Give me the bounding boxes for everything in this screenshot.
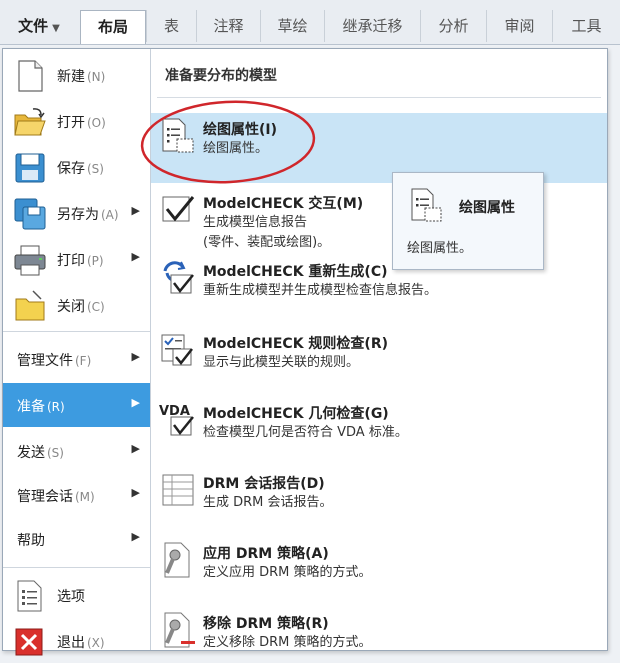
menu-help[interactable]: 帮助 ▶ (3, 517, 150, 561)
modelcheck-check-icon (162, 196, 195, 222)
ribbon-tab-bar: 文件 ▼ 布局 表 注释 草绘 继承迁移 分析 审阅 工具 (0, 0, 620, 45)
save-as-icon (14, 198, 46, 230)
tab-table[interactable]: 表 (146, 10, 196, 42)
options-list-icon (17, 580, 42, 612)
menu-manage-file[interactable]: 管理文件 (F) ▶ (3, 337, 150, 381)
item-modelcheck-geometry-check[interactable]: VDA ModelCHECK 几何检查(G) 检查模型几何是否符合 VDA 标准… (151, 397, 607, 461)
menu-send[interactable]: 发送 (S) ▶ (3, 429, 150, 473)
item-remove-drm-policy[interactable]: 移除 DRM 策略(R) 定义移除 DRM 策略的方式。 (151, 607, 607, 652)
tab-sketch[interactable]: 草绘 (260, 10, 324, 42)
submenu-arrow-icon: ▶ (131, 530, 140, 543)
submenu-arrow-icon: ▶ (131, 396, 140, 409)
menu-save[interactable]: 保存 (S) (3, 145, 150, 189)
menu-new[interactable]: 新建 (N) (3, 53, 150, 97)
regenerate-check-icon (163, 261, 194, 294)
file-menu-commands: 新建 (N) 打开 (O) 保存 (S) 另存为 (A) ▶ 打印 (P) ▶ … (3, 49, 151, 656)
menu-manage-session[interactable]: 管理会话 (M) ▶ (3, 473, 150, 517)
divider (157, 97, 601, 98)
new-document-icon (18, 60, 43, 92)
drawing-properties-icon (162, 118, 194, 153)
prepare-submenu: 准备要分布的模型 绘图属性(I) 绘图属性。 ModelCHECK 交互(M) … (151, 49, 607, 650)
printer-icon (14, 245, 46, 276)
submenu-arrow-icon: ▶ (131, 204, 140, 217)
tab-file[interactable]: 文件 ▼ (4, 10, 74, 42)
submenu-arrow-icon: ▶ (131, 442, 140, 455)
tab-tools[interactable]: 工具 (552, 10, 620, 42)
menu-options[interactable]: 选项 (3, 573, 150, 617)
divider (3, 567, 150, 568)
open-folder-icon (14, 108, 46, 136)
menu-save-as[interactable]: 另存为 (A) ▶ (3, 191, 150, 235)
item-drm-session-report[interactable]: DRM 会话报告(D) 生成 DRM 会话报告。 (151, 467, 607, 531)
drawing-properties-icon (411, 188, 442, 222)
menu-exit[interactable]: 退出 (X) (3, 619, 150, 663)
tab-review[interactable]: 审阅 (486, 10, 552, 42)
tab-legacy-migration[interactable]: 继承迁移 (324, 10, 420, 42)
menu-prepare[interactable]: 准备 (R) ▶ (3, 383, 150, 427)
item-apply-drm-policy[interactable]: 应用 DRM 策略(A) 定义应用 DRM 策略的方式。 (151, 537, 607, 601)
submenu-arrow-icon: ▶ (131, 486, 140, 499)
close-folder-icon (15, 290, 45, 321)
apply-policy-key-icon (164, 542, 190, 578)
file-menu: 新建 (N) 打开 (O) 保存 (S) 另存为 (A) ▶ 打印 (P) ▶ … (2, 48, 608, 656)
report-table-icon (162, 474, 194, 506)
menu-open[interactable]: 打开 (O) (3, 99, 150, 143)
menu-close[interactable]: 关闭 (C) (3, 283, 150, 327)
tab-analysis[interactable]: 分析 (420, 10, 486, 42)
menu-print[interactable]: 打印 (P) ▶ (3, 237, 150, 281)
divider (3, 331, 150, 332)
tab-layout[interactable]: 布局 (80, 10, 146, 44)
exit-icon (15, 628, 43, 656)
rule-check-icon (161, 334, 193, 366)
tab-annotate[interactable]: 注释 (196, 10, 260, 42)
vda-check-icon: VDA (159, 404, 194, 436)
submenu-title: 准备要分布的模型 (165, 68, 277, 84)
tooltip-drawing-properties: 绘图属性 绘图属性。 (392, 172, 544, 270)
tab-file-label: 文件 (18, 17, 49, 35)
remove-policy-key-icon (164, 612, 195, 648)
item-modelcheck-rule-check[interactable]: ModelCHECK 规则检查(R) 显示与此模型关联的规则。 (151, 327, 607, 391)
save-disk-icon (15, 153, 45, 183)
chevron-down-icon: ▼ (52, 23, 60, 34)
submenu-arrow-icon: ▶ (131, 250, 140, 263)
submenu-arrow-icon: ▶ (131, 350, 140, 363)
